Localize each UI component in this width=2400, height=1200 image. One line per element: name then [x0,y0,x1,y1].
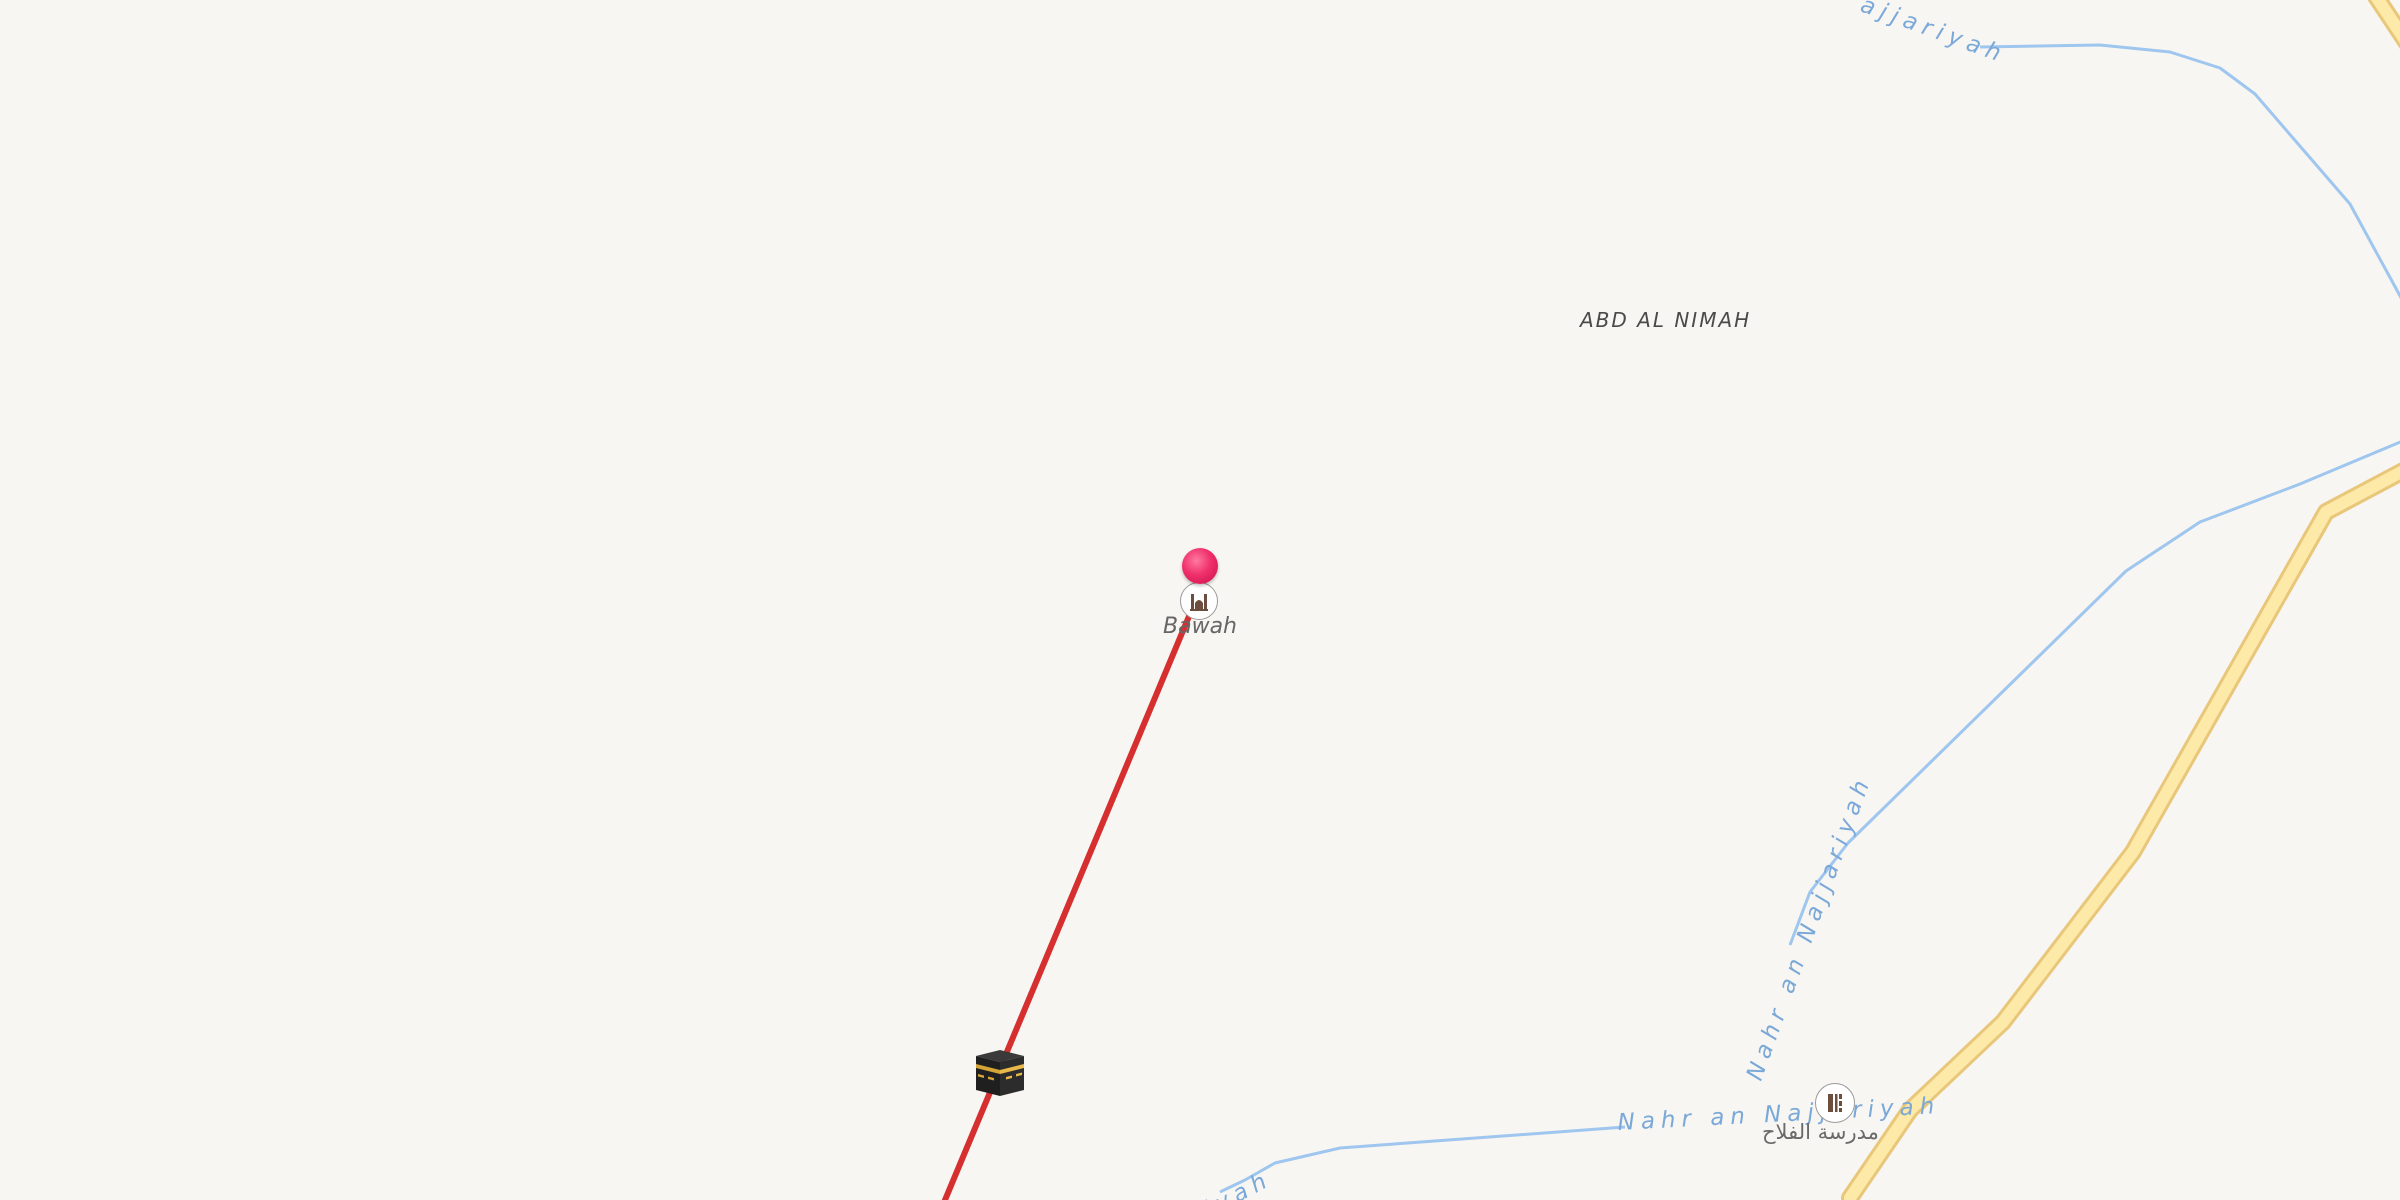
school-label: مدرسة الفلاح [1762,1120,1879,1144]
kaaba-icon[interactable] [972,1044,1028,1100]
map-canvas[interactable]: ajjariyah Nahr an Najjariyah Nahr an Naj… [0,0,2400,1200]
region-label: ABD AL NIMAH [1580,308,1752,332]
location-pin-icon[interactable] [1182,548,1218,584]
river-main [1788,440,2400,946]
river-upper [1979,43,2400,299]
route-line [942,587,1203,1200]
school-icon[interactable] [1815,1083,1855,1123]
river-lower [1219,1125,1626,1194]
place-label[interactable]: Bawah [1163,614,1237,639]
